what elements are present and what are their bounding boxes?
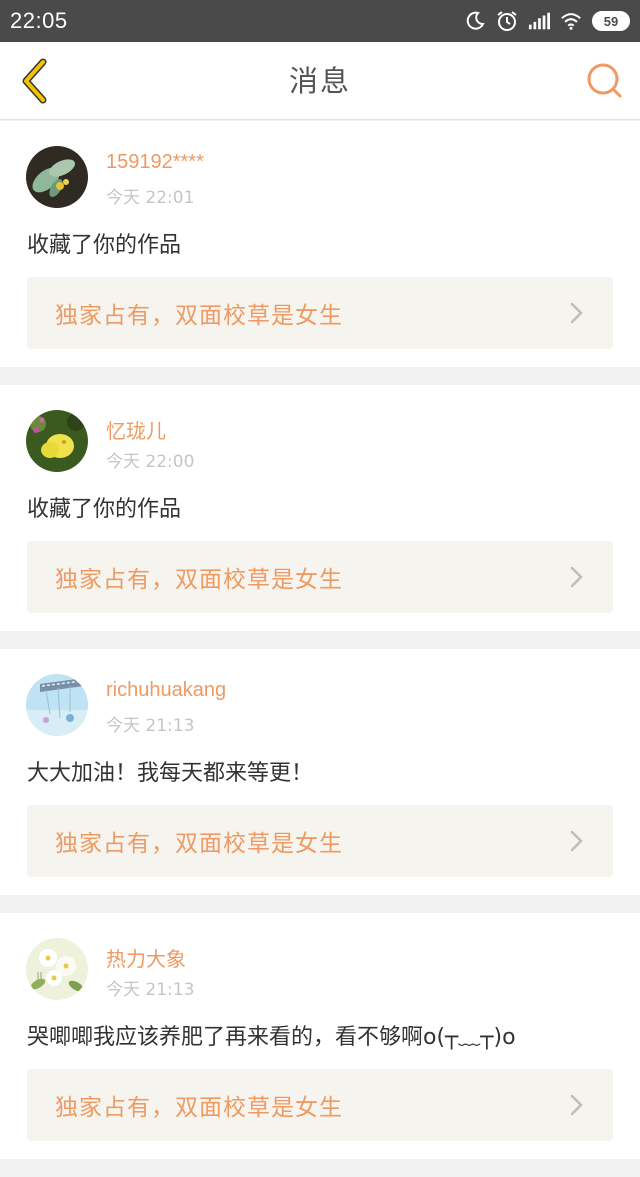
message-time: 今天 22:00	[106, 452, 195, 472]
work-title: 独家占有，双面校草是女生	[55, 303, 343, 329]
work-title: 独家占有，双面校草是女生	[55, 831, 343, 857]
message-text: 大大加油！我每天都来等更！	[27, 761, 314, 786]
message-card: 忆珑儿 今天 22:00 收藏了你的作品 独家占有，双面校草是女生	[0, 385, 640, 631]
avatar[interactable]	[26, 938, 88, 1000]
message-time: 今天 21:13	[106, 716, 195, 736]
header: 消息	[0, 42, 640, 120]
message-card: richuhuakang 今天 21:13 大大加油！我每天都来等更！ 独家占有…	[0, 649, 640, 895]
user-name[interactable]: 热力大象	[106, 943, 186, 972]
page-title: 消息	[288, 64, 351, 98]
battery-icon: 59	[592, 11, 630, 31]
avatar[interactable]	[26, 146, 88, 208]
status-bar: 22:05 59	[0, 0, 640, 42]
user-name[interactable]: richuhuakang	[106, 679, 226, 702]
chevron-right-icon	[569, 1093, 585, 1117]
work-title: 独家占有，双面校草是女生	[55, 1095, 343, 1121]
avatar[interactable]	[26, 674, 88, 736]
signal-icon	[528, 10, 550, 32]
work-link[interactable]: 独家占有，双面校草是女生	[27, 805, 613, 877]
chevron-right-icon	[569, 301, 585, 325]
wifi-icon	[560, 10, 582, 32]
avatar[interactable]	[26, 410, 88, 472]
message-list: 159192**** 今天 22:01 收藏了你的作品 独家占有，双面校草是女生…	[0, 121, 640, 1177]
chevron-right-icon	[569, 565, 585, 589]
alarm-icon	[496, 10, 518, 32]
work-title: 独家占有，双面校草是女生	[55, 567, 343, 593]
message-card: 热力大象 今天 21:13 哭唧唧我应该养肥了再来看的，看不够啊o(┬﹏┬)o …	[0, 913, 640, 1159]
message-card: 159192**** 今天 22:01 收藏了你的作品 独家占有，双面校草是女生	[0, 121, 640, 367]
status-icons: 59	[464, 10, 630, 32]
message-time: 今天 22:01	[106, 188, 195, 208]
search-button[interactable]	[584, 60, 626, 102]
work-link[interactable]: 独家占有，双面校草是女生	[27, 541, 613, 613]
message-text: 哭唧唧我应该养肥了再来看的，看不够啊o(┬﹏┬)o	[27, 1025, 516, 1050]
work-link[interactable]: 独家占有，双面校草是女生	[27, 277, 613, 349]
user-name[interactable]: 159192****	[106, 151, 204, 174]
search-icon	[587, 63, 622, 98]
status-time: 22:05	[10, 8, 68, 33]
user-name[interactable]: 忆珑儿	[106, 415, 166, 444]
chevron-right-icon	[569, 829, 585, 853]
message-text: 收藏了你的作品	[27, 233, 182, 258]
message-text: 收藏了你的作品	[27, 497, 182, 522]
message-time: 今天 21:13	[106, 980, 195, 1000]
moon-icon	[464, 10, 486, 32]
work-link[interactable]: 独家占有，双面校草是女生	[27, 1069, 613, 1141]
